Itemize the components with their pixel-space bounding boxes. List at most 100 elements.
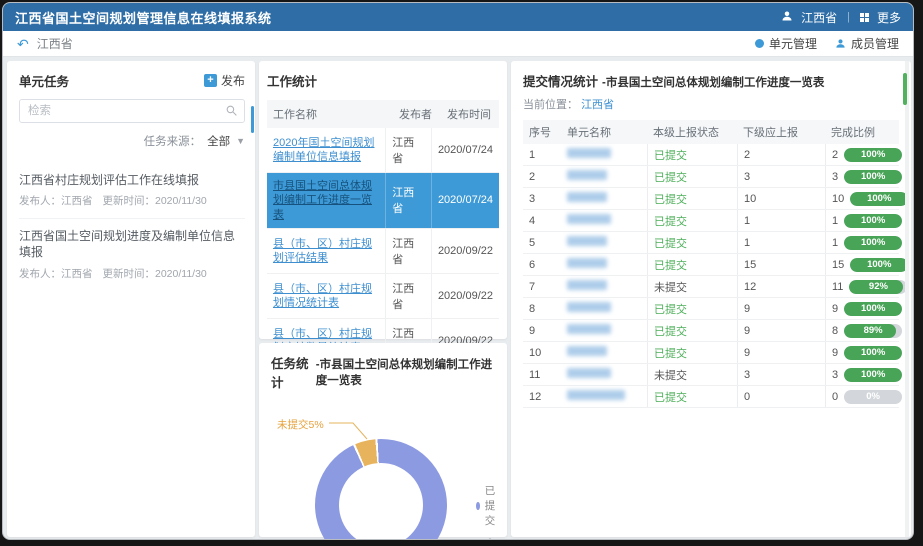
row-index: 7 xyxy=(523,281,561,293)
table-row[interactable]: 10已提交99100% xyxy=(523,342,899,364)
right-scrollbar-thumb[interactable] xyxy=(903,73,907,105)
unit-name-redacted[interactable] xyxy=(567,148,611,158)
table-row[interactable]: 9已提交9889% xyxy=(523,320,899,342)
titlebar: 江西省国土空间规划管理信息在线填报系统 江西省 | 更多 xyxy=(3,3,913,31)
table-row[interactable]: 12已提交000% xyxy=(523,386,899,408)
table-row[interactable]: 2已提交33100% xyxy=(523,166,899,188)
row-index: 6 xyxy=(523,259,561,271)
task-stats-title: 任务统计 xyxy=(271,353,312,391)
unit-name-redacted[interactable] xyxy=(567,390,625,400)
status-cell: 已提交 xyxy=(647,254,737,275)
progress-pill: 100% xyxy=(844,368,902,382)
submit-table-header: 序号单元名称本级上报状态下级应上报完成比例 xyxy=(523,120,899,144)
donut-label-pending: 未提交5% xyxy=(277,417,324,432)
work-name-link[interactable]: 县（市、区）村庄规划评估结果 xyxy=(273,237,379,266)
table-row[interactable]: 8已提交99100% xyxy=(523,298,899,320)
table-row[interactable]: 2020年国土空间规划编制单位信息填报江西省2020/07/24 xyxy=(267,128,499,173)
required-count-cell: 9 xyxy=(737,298,825,319)
task-stats-panel: 任务统计 -市县国土空间总体规划编制工作进度一览表 未提交5% 已提交95% 已… xyxy=(259,343,507,537)
unit-name-redacted[interactable] xyxy=(567,280,607,290)
work-date-cell: 2020/07/24 xyxy=(431,173,499,228)
submit-stats-title: 提交情况统计 xyxy=(523,71,598,90)
table-row[interactable]: 11未提交33100% xyxy=(523,364,899,386)
table-row[interactable]: 市县国土空间总体规划编制工作进度一览表江西省2020/07/24 xyxy=(267,173,499,229)
task-source-label: 任务来源： xyxy=(144,133,202,149)
more-button[interactable]: 更多 xyxy=(877,9,901,26)
column-header: 序号 xyxy=(523,124,561,140)
unit-name-cell xyxy=(561,258,647,271)
column-header: 工作名称 xyxy=(267,100,393,128)
unit-name-redacted[interactable] xyxy=(567,214,611,224)
task-item-meta: 发布人：江西省更新时间：2020/11/30 xyxy=(19,193,245,208)
completion-cell: 10100% xyxy=(825,188,912,209)
task-item-title: 江西省国土空间规划进度及编制单位信息填报 xyxy=(19,228,245,260)
submit-stats-table: 序号单元名称本级上报状态下级应上报完成比例1已提交22100%2已提交33100… xyxy=(523,120,899,408)
unit-name-redacted[interactable] xyxy=(567,236,607,246)
unit-name-redacted[interactable] xyxy=(567,258,607,268)
legend-dot xyxy=(476,502,480,510)
search-input[interactable] xyxy=(19,99,245,123)
table-row[interactable]: 4已提交11100% xyxy=(523,210,899,232)
row-index: 9 xyxy=(523,325,561,337)
progress-label: 100% xyxy=(844,148,902,162)
done-count: 1 xyxy=(832,237,838,249)
unit-name-redacted[interactable] xyxy=(567,302,611,312)
required-count-cell: 3 xyxy=(737,166,825,187)
unit-name-cell xyxy=(561,236,647,249)
work-name-cell: 市县国土空间总体规划编制工作进度一览表 xyxy=(267,173,385,228)
table-row[interactable]: 7未提交121192% xyxy=(523,276,899,298)
left-scrollbar-thumb[interactable] xyxy=(251,106,254,133)
column-header: 发布者 xyxy=(393,100,441,128)
unit-name-redacted[interactable] xyxy=(567,368,611,378)
donut-ring xyxy=(315,439,447,540)
column-header: 发布时间 xyxy=(441,100,499,128)
status-cell: 未提交 xyxy=(647,364,737,385)
location-link[interactable]: 江西省 xyxy=(581,99,614,111)
work-name-link[interactable]: 市县国土空间总体规划编制工作进度一览表 xyxy=(273,179,379,222)
task-list: 江西省村庄规划评估工作在线填报发布人：江西省更新时间：2020/11/30江西省… xyxy=(19,163,245,291)
work-name-link[interactable]: 2020年国土空间规划编制单位信息填报 xyxy=(273,136,379,165)
table-row[interactable]: 6已提交1515100% xyxy=(523,254,899,276)
unit-name-redacted[interactable] xyxy=(567,170,607,180)
search-icon[interactable] xyxy=(225,104,238,117)
breadcrumb[interactable]: 江西省 xyxy=(37,35,73,52)
task-item[interactable]: 江西省村庄规划评估工作在线填报发布人：江西省更新时间：2020/11/30 xyxy=(19,163,245,219)
table-row[interactable]: 1已提交22100% xyxy=(523,144,899,166)
status-cell: 已提交 xyxy=(647,144,737,165)
required-count-cell: 3 xyxy=(737,364,825,385)
work-name-link[interactable]: 县（市、区）村庄规划情况统计表 xyxy=(273,282,379,311)
progress-label: 100% xyxy=(844,302,902,316)
status-cell: 未提交 xyxy=(647,276,737,297)
column-header: 单元名称 xyxy=(561,124,647,140)
member-management-button[interactable]: 成员管理 xyxy=(835,35,899,52)
publish-button[interactable]: + 发布 xyxy=(204,72,245,89)
work-publisher-cell: 江西省 xyxy=(385,274,431,318)
status-cell: 已提交 xyxy=(647,386,737,407)
work-date-cell: 2020/09/22 xyxy=(431,274,499,318)
legend-item[interactable]: 未提交 xyxy=(476,536,500,540)
unit-name-cell xyxy=(561,170,647,183)
status-cell: 已提交 xyxy=(647,342,737,363)
task-source-select[interactable]: 全部 xyxy=(207,133,230,149)
task-item[interactable]: 江西省国土空间规划进度及编制单位信息填报发布人：江西省更新时间：2020/11/… xyxy=(19,219,245,290)
back-icon[interactable]: ↶ xyxy=(17,37,29,51)
user-icon xyxy=(781,10,793,25)
chevron-down-icon[interactable]: ▼ xyxy=(236,136,245,146)
progress-label: 100% xyxy=(844,346,902,360)
apps-grid-icon[interactable] xyxy=(860,13,869,22)
table-row[interactable]: 县（市、区）村庄规划情况统计表江西省2020/09/22 xyxy=(267,274,499,319)
unit-name-redacted[interactable] xyxy=(567,324,611,334)
status-cell: 已提交 xyxy=(647,320,737,341)
legend-item[interactable]: 已提交 xyxy=(476,483,500,528)
completion-cell: 15100% xyxy=(825,254,912,275)
right-scrollbar-track[interactable] xyxy=(905,61,909,537)
table-row[interactable]: 5已提交11100% xyxy=(523,232,899,254)
user-name[interactable]: 江西省 xyxy=(801,9,837,26)
unit-name-redacted[interactable] xyxy=(567,346,607,356)
done-count: 11 xyxy=(832,281,843,293)
unit-name-cell xyxy=(561,280,647,293)
table-row[interactable]: 县（市、区）村庄规划评估结果江西省2020/09/22 xyxy=(267,229,499,274)
unit-management-button[interactable]: 单元管理 xyxy=(755,35,817,52)
unit-name-redacted[interactable] xyxy=(567,192,607,202)
table-row[interactable]: 3已提交1010100% xyxy=(523,188,899,210)
